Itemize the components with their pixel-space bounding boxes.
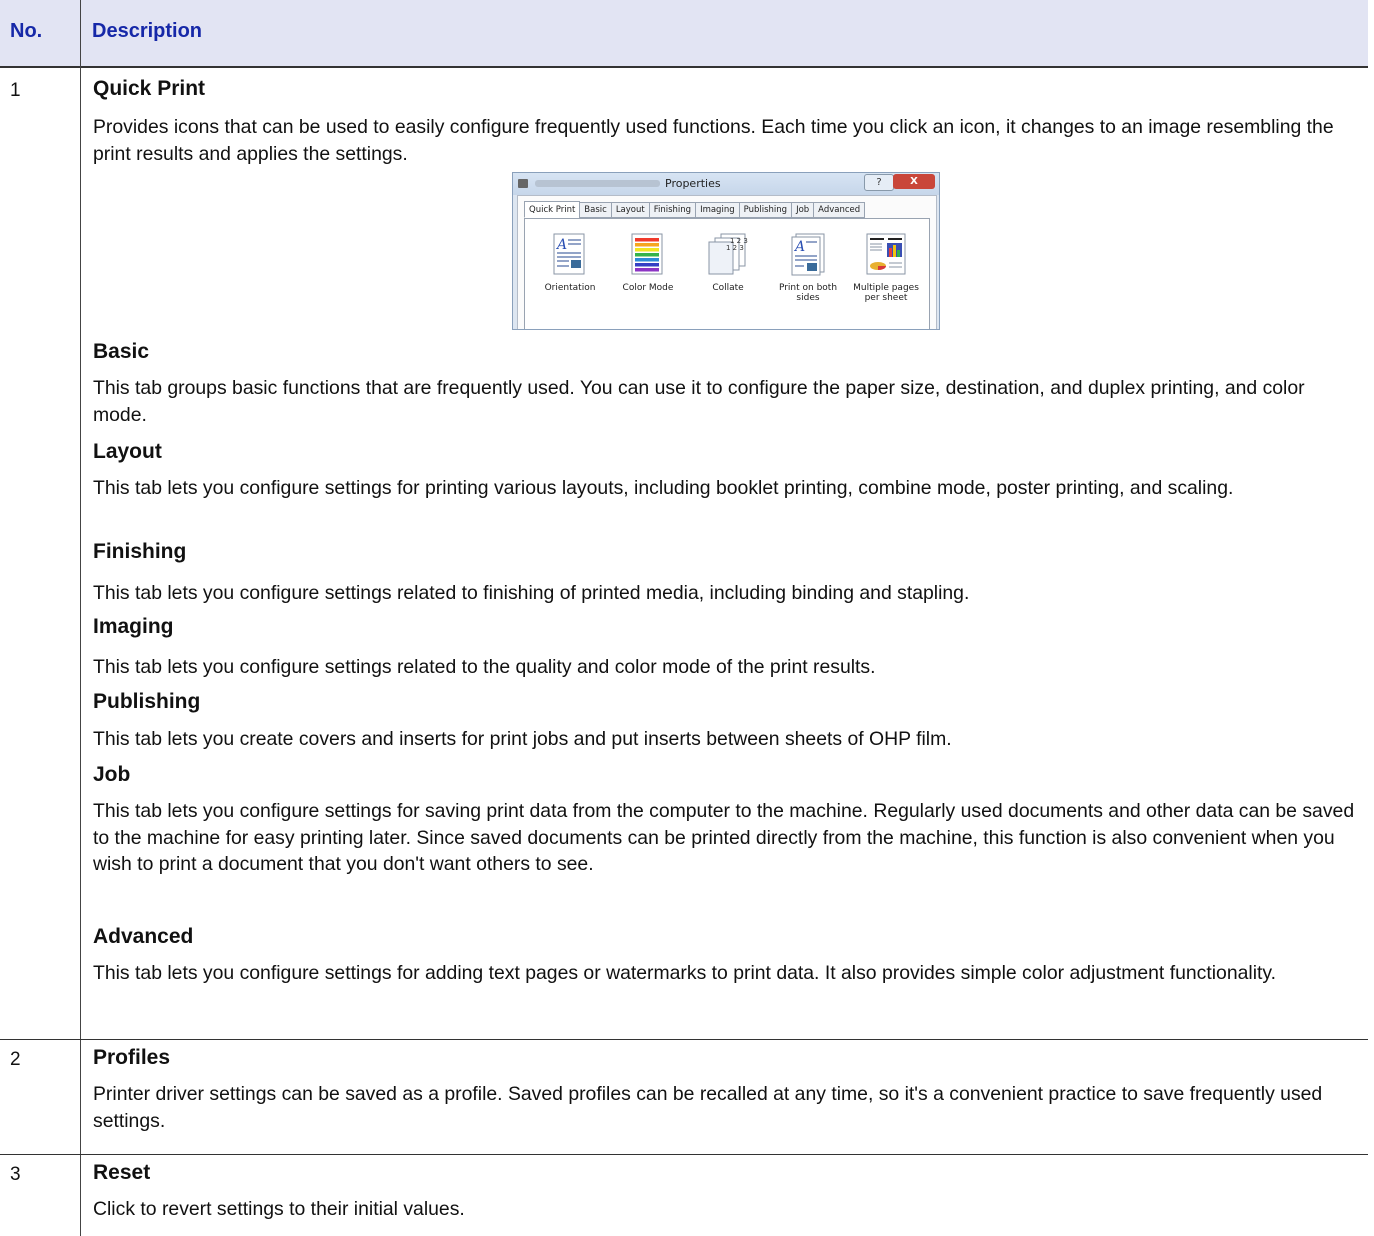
entry-title: Basic (93, 340, 150, 363)
entry-text: This tab lets you configure settings for… (93, 962, 1277, 984)
color-bar (635, 263, 659, 267)
dialog-titlebar: Properties ? X (513, 173, 939, 195)
entry-title: Job (93, 763, 131, 786)
quick-print-content: A Orientation Color Mode 1 2 3 1 2 3 Col… (524, 218, 930, 329)
blurred-printer-name (535, 180, 660, 187)
entry-title: Profiles (93, 1046, 171, 1069)
quick-item-orientation[interactable]: A Orientation (535, 233, 605, 293)
tab-layout[interactable]: Layout (610, 202, 650, 218)
entry-title: Reset (93, 1161, 151, 1184)
quick-item-label: Print on both sides (778, 283, 838, 303)
duplex-icon: A (791, 233, 825, 277)
tab-publishing[interactable]: Publishing (738, 202, 793, 218)
color-bar (635, 258, 659, 262)
multiple-pages-icon (866, 233, 906, 277)
help-button[interactable]: ? (864, 174, 894, 191)
tab-advanced[interactable]: Advanced (813, 202, 866, 218)
column-divider (80, 0, 81, 1236)
entry-title: Finishing (93, 540, 187, 563)
quick-item-label: Color Mode (622, 283, 674, 293)
dialog-panel: Quick Print Basic Layout Finishing Imagi… (517, 195, 937, 329)
svg-text:1 2 3: 1 2 3 (726, 244, 744, 252)
entry-text: Click to revert settings to their initia… (93, 1198, 465, 1220)
quick-item-label: Multiple pages per sheet (853, 283, 919, 303)
entry-text: This tab groups basic functions that are… (93, 377, 1305, 426)
entry-text: This tab lets you configure settings for… (93, 800, 1355, 875)
quick-item-label: Orientation (544, 283, 596, 293)
color-bar (635, 268, 659, 272)
entry-text: This tab lets you configure settings rel… (93, 656, 876, 678)
dialog-tabs: Quick Print Basic Layout Finishing Imagi… (524, 201, 866, 218)
row-number: 2 (10, 1049, 21, 1070)
quick-item-multiple-pages[interactable]: Multiple pages per sheet (851, 233, 921, 303)
quick-item-label: Collate (712, 283, 744, 293)
tab-job[interactable]: Job (791, 202, 815, 218)
color-bar (635, 248, 659, 252)
printer-icon (518, 179, 528, 188)
entry-text: This tab lets you create covers and inse… (93, 728, 952, 750)
svg-text:A: A (555, 237, 567, 253)
color-mode-icon (631, 233, 665, 277)
table-header: No. Description (0, 0, 1368, 68)
color-bar (635, 238, 659, 242)
row-number: 1 (10, 80, 21, 101)
tab-finishing[interactable]: Finishing (648, 202, 697, 218)
tab-basic[interactable]: Basic (579, 202, 612, 218)
svg-text:A: A (793, 239, 805, 255)
quick-item-collate[interactable]: 1 2 3 1 2 3 Collate (693, 233, 763, 293)
entry-title: Publishing (93, 690, 201, 713)
header-description: Description (92, 20, 203, 42)
row-divider (0, 1039, 1368, 1040)
orientation-icon: A (553, 233, 587, 277)
entry-text: Printer driver settings can be saved as … (93, 1083, 1323, 1132)
close-button[interactable]: X (893, 174, 935, 189)
color-bar (635, 253, 659, 257)
row-divider (0, 1154, 1368, 1155)
tab-imaging[interactable]: Imaging (695, 202, 740, 218)
entry-title: Quick Print (93, 77, 206, 100)
tab-quick-print[interactable]: Quick Print (524, 201, 581, 218)
collate-icon: 1 2 3 1 2 3 (708, 233, 748, 277)
entry-text: This tab lets you configure settings rel… (93, 582, 970, 604)
entry-title: Layout (93, 440, 162, 463)
properties-dialog-screenshot: Properties ? X Quick Print Basic Layout … (512, 172, 940, 330)
entry-text: Provides icons that can be used to easil… (93, 116, 1334, 165)
quick-item-color-mode[interactable]: Color Mode (613, 233, 683, 293)
header-no: No. (10, 20, 43, 42)
quick-item-duplex[interactable]: A Print on both sides (773, 233, 843, 303)
entry-title: Imaging (93, 615, 174, 638)
dialog-title: Properties (665, 177, 721, 190)
entry-title: Advanced (93, 925, 194, 948)
entry-text: This tab lets you configure settings for… (93, 477, 1234, 499)
row-number: 3 (10, 1164, 21, 1185)
color-bar (635, 243, 659, 247)
